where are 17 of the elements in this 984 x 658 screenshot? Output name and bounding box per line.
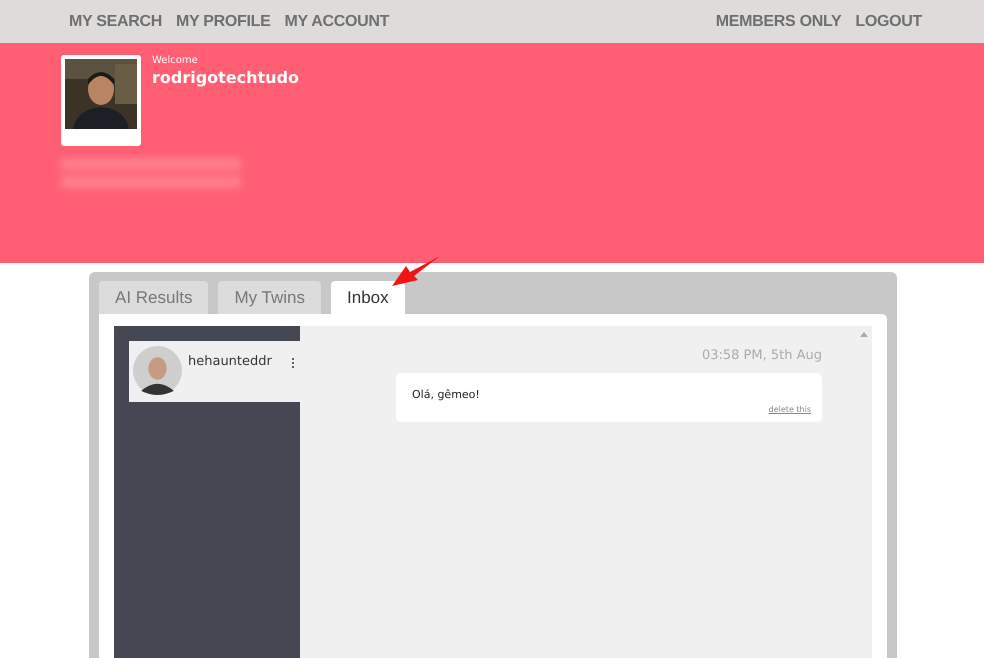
delete-link[interactable]: delete this — [768, 405, 811, 414]
nav-link[interactable]: MEMBERS ONLY — [716, 12, 842, 30]
tab[interactable]: My Twins — [218, 281, 322, 314]
tab[interactable]: Inbox — [331, 281, 405, 314]
nav-link[interactable]: MY SEARCH — [69, 12, 162, 30]
nav-link[interactable]: LOGOUT — [855, 12, 922, 30]
message-text: Olá, gêmeo! — [412, 388, 481, 401]
username: rodrigotechtudo — [152, 68, 300, 87]
message-time: 03:58 PM, 5th Aug — [702, 348, 822, 363]
nav-link[interactable]: MY PROFILE — [176, 12, 271, 30]
contact-name: hehaunteddr — [188, 354, 273, 369]
nav-link[interactable]: MY ACCOUNT — [284, 12, 390, 30]
tab[interactable]: AI Results — [99, 281, 208, 314]
avatar-icon — [133, 346, 182, 395]
conversation-item[interactable]: hehaunteddr — [129, 341, 300, 402]
welcome-label: Welcome — [152, 55, 199, 66]
arrow-icon — [390, 254, 442, 288]
